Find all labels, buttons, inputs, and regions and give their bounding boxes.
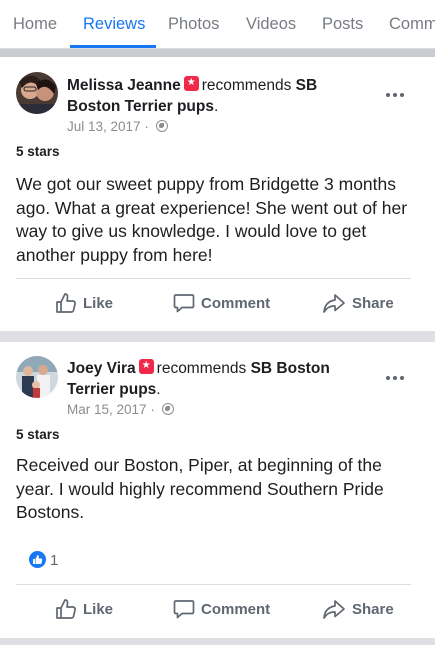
- active-tab-indicator: [70, 45, 156, 48]
- tab-posts[interactable]: Posts: [322, 0, 363, 48]
- tab-home[interactable]: Home: [13, 0, 57, 48]
- share-icon: [323, 294, 345, 313]
- comment-icon: [173, 600, 195, 619]
- globe-icon: [155, 120, 168, 132]
- tab-photos[interactable]: Photos: [168, 0, 219, 48]
- reviewer-name[interactable]: Melissa Jeanne: [67, 77, 181, 94]
- star-rating: 5 stars: [16, 427, 60, 442]
- like-count: 1: [50, 552, 59, 569]
- more-options-icon[interactable]: [386, 373, 408, 383]
- comment-icon: [173, 294, 195, 313]
- divider: [16, 278, 411, 279]
- page-name[interactable]: SB Boston: [251, 360, 330, 377]
- reviewer-name[interactable]: Joey Vira: [67, 360, 136, 377]
- recommends-verb: recommends: [156, 360, 247, 377]
- tab-reviews[interactable]: Reviews: [83, 0, 145, 48]
- section-separator: [0, 49, 435, 57]
- tab-community[interactable]: Comm: [389, 0, 435, 48]
- comment-label: Comment: [201, 294, 271, 312]
- review-text: Received our Boston, Piper, at beginning…: [16, 455, 384, 522]
- recommend-icon: [183, 75, 199, 91]
- recommend-icon: [138, 358, 154, 374]
- review-meta: Mar 15, 2017 ·: [67, 402, 174, 417]
- share-label: Share: [352, 294, 394, 312]
- reaction-summary[interactable]: 1: [29, 551, 58, 569]
- review-date[interactable]: Mar 15, 2017: [67, 402, 147, 417]
- comment-label: Comment: [201, 600, 271, 618]
- more-options-icon[interactable]: [386, 90, 408, 100]
- page-name-cont[interactable]: Boston Terrier pups: [67, 98, 214, 115]
- review-text: We got our sweet puppy from Bridgette 3 …: [16, 174, 408, 265]
- page-name-cont[interactable]: Terrier pups: [67, 381, 156, 398]
- avatar[interactable]: [16, 356, 58, 398]
- review-date[interactable]: Jul 13, 2017: [67, 119, 141, 134]
- avatar[interactable]: [16, 72, 58, 114]
- review-header-text: Melissa Jeanne recommends SB Boston Terri…: [67, 75, 357, 117]
- page-name[interactable]: SB: [296, 77, 318, 94]
- comment-button[interactable]: Comment: [173, 596, 270, 622]
- review-card: Melissa Jeanne recommends SB Boston Terri…: [0, 57, 435, 331]
- profile-tab-bar: Home Reviews Photos Videos Posts Comm: [0, 0, 435, 49]
- recommends-verb: recommends: [201, 77, 292, 94]
- thumbs-up-icon: [56, 293, 76, 313]
- thumbs-up-icon: [56, 599, 76, 619]
- like-label: Like: [83, 294, 114, 312]
- like-reaction-icon: [29, 551, 46, 568]
- divider: [16, 584, 411, 585]
- review-header-text: Joey Vira recommends SB Boston Terrier pu…: [67, 358, 357, 400]
- review-card: Joey Vira recommends SB Boston Terrier pu…: [0, 342, 435, 638]
- share-label: Share: [352, 600, 394, 618]
- like-label: Like: [83, 600, 114, 618]
- share-button[interactable]: Share: [322, 596, 394, 622]
- globe-icon: [161, 403, 174, 415]
- tab-videos[interactable]: Videos: [246, 0, 296, 48]
- like-button[interactable]: Like: [55, 290, 113, 316]
- like-button[interactable]: Like: [55, 596, 113, 622]
- star-rating: 5 stars: [16, 144, 60, 159]
- share-button[interactable]: Share: [322, 290, 394, 316]
- share-icon: [323, 600, 345, 619]
- review-meta: Jul 13, 2017 ·: [67, 119, 168, 134]
- comment-button[interactable]: Comment: [173, 290, 270, 316]
